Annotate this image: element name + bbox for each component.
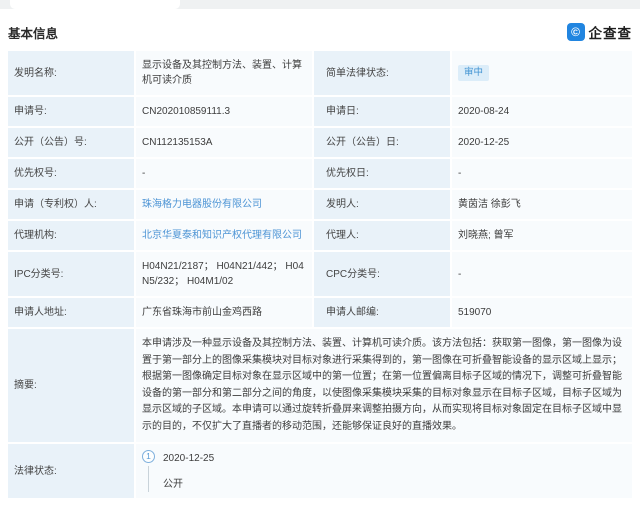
- publication-number-value: CN112135153A: [136, 128, 312, 157]
- timeline-rail: 1: [142, 450, 155, 492]
- agent-label: 代理人:: [314, 221, 450, 250]
- application-date-label: 申请日:: [314, 97, 450, 126]
- section-title: 基本信息: [8, 26, 59, 41]
- legal-status-timeline: 1 2020-12-25 公开: [136, 444, 632, 498]
- timeline-event-body: 2020-12-25 公开: [163, 450, 214, 492]
- agent-value: 刘晓燕; 曾军: [452, 221, 632, 250]
- qichacha-logo-text: 企查查: [588, 26, 632, 41]
- applicant-address-value: 广东省珠海市前山金鸡西路: [136, 298, 312, 327]
- status-badge: 审中: [458, 64, 490, 82]
- priority-date-label: 优先权日:: [314, 159, 450, 188]
- applicant-zipcode-value: 519070: [452, 298, 632, 327]
- simple-legal-status-cell: 审中: [452, 51, 632, 95]
- basic-info-table: 发明名称: 显示设备及其控制方法、装置、计算机可读介质 简单法律状态: 审中 申…: [8, 51, 632, 498]
- invention-name-value: 显示设备及其控制方法、装置、计算机可读介质: [136, 51, 312, 95]
- applicant-zipcode-label: 申请人邮编:: [314, 298, 450, 327]
- priority-number-label: 优先权号:: [8, 159, 134, 188]
- application-date-value: 2020-08-24: [452, 97, 632, 126]
- agency-cell: 北京华夏泰和知识产权代理有限公司: [136, 221, 312, 250]
- legal-status-event: 1 2020-12-25 公开: [142, 450, 626, 492]
- legal-status-label: 法律状态:: [8, 444, 134, 498]
- qichacha-logo: © 企查查: [566, 22, 633, 42]
- abstract-text: 本申请涉及一种显示设备及其控制方法、装置、计算机可读介质。该方法包括：获取第一图…: [136, 329, 632, 442]
- timeline-step-number: 1: [142, 450, 155, 463]
- applicant-address-label: 申请人地址:: [8, 298, 134, 327]
- publication-date-value: 2020-12-25: [452, 128, 632, 157]
- cpc-class-label: CPC分类号:: [314, 252, 450, 296]
- simple-legal-status-label: 简单法律状态:: [314, 51, 450, 95]
- inventor-label: 发明人:: [314, 190, 450, 219]
- top-edge-notch: [10, 0, 180, 9]
- abstract-label: 摘要:: [8, 329, 134, 442]
- page-header: 基本信息 © 企查查: [8, 22, 632, 42]
- qichacha-logo-icon: ©: [566, 23, 585, 41]
- publication-number-label: 公开（公告）号:: [8, 128, 134, 157]
- priority-date-value: -: [452, 159, 632, 188]
- application-number-value: CN202010859111.3: [136, 97, 312, 126]
- cpc-class-value: -: [452, 252, 632, 296]
- timeline-line: [148, 466, 149, 492]
- agency-link[interactable]: 北京华夏泰和知识产权代理有限公司: [142, 228, 302, 243]
- agency-label: 代理机构:: [8, 221, 134, 250]
- priority-number-value: -: [136, 159, 312, 188]
- invention-name-label: 发明名称:: [8, 51, 134, 95]
- application-number-label: 申请号:: [8, 97, 134, 126]
- applicant-cell: 珠海格力电器股份有限公司: [136, 190, 312, 219]
- top-edge-strip: [0, 0, 640, 9]
- applicant-link[interactable]: 珠海格力电器股份有限公司: [142, 197, 262, 212]
- legal-status-value: 公开: [163, 479, 183, 490]
- ipc-class-value: H04N21/2187； H04N21/442； H04N5/232； H04M…: [136, 252, 312, 296]
- ipc-class-label: IPC分类号:: [8, 252, 134, 296]
- applicant-label: 申请（专利权）人:: [8, 190, 134, 219]
- publication-date-label: 公开（公告）日:: [314, 128, 450, 157]
- legal-status-date: 2020-12-25: [163, 453, 215, 464]
- inventor-value: 黄茵洁 徐彭飞: [452, 190, 632, 219]
